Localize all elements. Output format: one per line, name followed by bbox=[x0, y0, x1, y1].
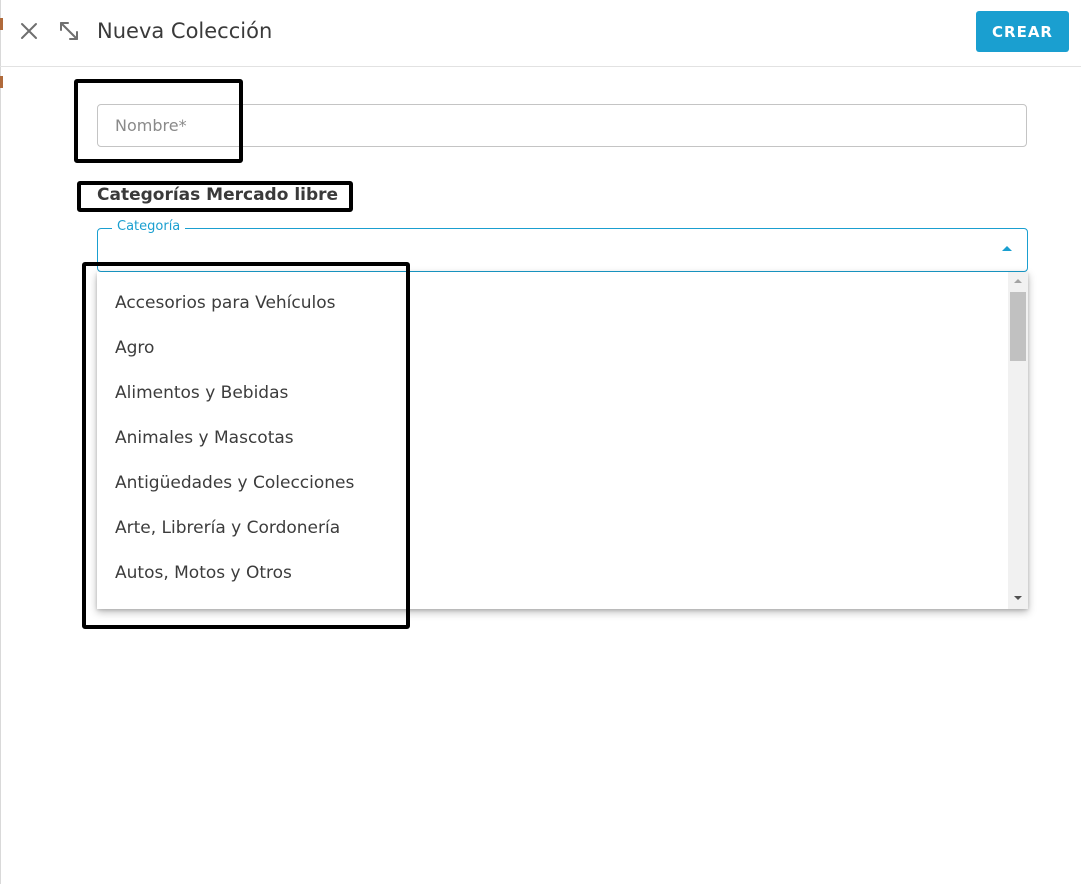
dropdown-option[interactable]: Agro bbox=[115, 337, 154, 359]
background-page-mark bbox=[0, 76, 3, 88]
category-dropdown: Accesorios para Vehículos Agro Alimentos… bbox=[97, 272, 1028, 609]
create-button[interactable]: CREAR bbox=[976, 11, 1069, 52]
dialog-title: Nueva Colección bbox=[97, 19, 273, 43]
section-label: Categorías Mercado libre bbox=[97, 185, 339, 205]
dropdown-scrollbar[interactable] bbox=[1008, 272, 1028, 609]
dialog-header: Nueva Colección CREAR bbox=[0, 0, 1081, 67]
expand-diagonal-icon bbox=[60, 22, 78, 40]
scroll-up-icon[interactable] bbox=[1013, 277, 1023, 285]
close-icon bbox=[21, 23, 37, 39]
category-select[interactable] bbox=[97, 228, 1028, 272]
dropdown-option[interactable]: Antigüedades y Colecciones bbox=[115, 472, 354, 494]
dropdown-option[interactable]: Arte, Librería y Cordonería bbox=[115, 517, 340, 539]
dropdown-option[interactable]: Animales y Mascotas bbox=[115, 427, 294, 449]
dialog-page: Nueva Colección CREAR Categorías Mercado… bbox=[0, 0, 1081, 884]
category-label: Categoría bbox=[112, 219, 186, 235]
dropdown-option[interactable]: Autos, Motos y Otros bbox=[115, 562, 292, 584]
scroll-thumb[interactable] bbox=[1010, 292, 1026, 361]
caret-up-icon[interactable] bbox=[1000, 243, 1014, 253]
name-input[interactable] bbox=[97, 104, 1027, 147]
background-page-edge bbox=[0, 0, 1, 884]
dropdown-option[interactable]: Accesorios para Vehículos bbox=[115, 292, 336, 314]
scroll-down-icon[interactable] bbox=[1013, 594, 1023, 602]
dropdown-option[interactable]: Alimentos y Bebidas bbox=[115, 382, 288, 404]
close-button[interactable] bbox=[16, 18, 42, 44]
expand-button[interactable] bbox=[56, 18, 82, 44]
